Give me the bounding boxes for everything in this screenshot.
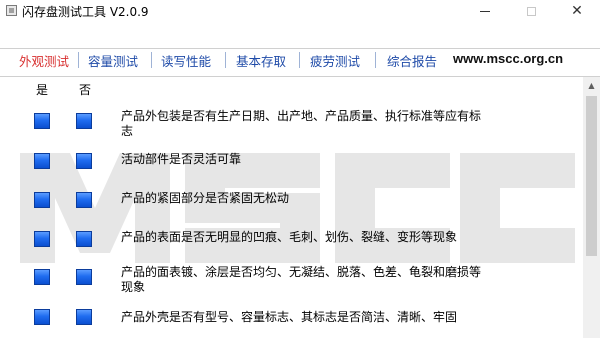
check-item-label: 产品的紧固部分是否紧固无松动: [121, 191, 290, 205]
scroll-up-arrow-icon[interactable]: ▲: [583, 77, 600, 94]
tab-separator: [375, 52, 376, 68]
tab-bar-top-divider: [0, 48, 600, 49]
yes-checkbox[interactable]: [34, 113, 50, 129]
yes-checkbox[interactable]: [34, 153, 50, 169]
title-bar: 闪存盘测试工具 V2.0.9 ✕: [0, 0, 600, 22]
window-title: 闪存盘测试工具 V2.0.9: [22, 5, 149, 19]
check-row: 产品外壳是否有型号、容量标志、其标志是否简洁、清晰、牢固: [0, 305, 600, 338]
check-item-label: 产品的表面是否无明显的凹痕、毛刺、划伤、裂缝、变形等现象: [121, 230, 458, 244]
tab-summary-report[interactable]: 综合报告: [387, 51, 437, 70]
appearance-test-panel: 是 否 产品外包装是否有生产日期、出产地、产品质量、执行标准等应有标志 活动部件…: [0, 77, 600, 338]
check-row: 产品的面表镀、涂层是否均匀、无凝结、脱落、色差、龟裂和磨损等现象: [0, 265, 600, 303]
check-item-label: 产品的面表镀、涂层是否均匀、无凝结、脱落、色差、龟裂和磨损等现象: [121, 265, 482, 294]
tab-basic-access[interactable]: 基本存取: [236, 51, 286, 70]
no-checkbox[interactable]: [76, 269, 92, 285]
tab-separator: [225, 52, 226, 68]
yes-checkbox[interactable]: [34, 269, 50, 285]
check-row: 活动部件是否灵活可靠: [0, 149, 600, 187]
maximize-icon: [526, 6, 536, 16]
column-header-no: 否: [79, 83, 92, 97]
tab-bar: 外观测试 容量测试 读写性能 基本存取 疲劳测试 综合报告 www.mscc.o…: [0, 22, 600, 77]
tab-capacity-test[interactable]: 容量测试: [88, 51, 138, 70]
no-checkbox[interactable]: [76, 113, 92, 129]
tab-separator: [151, 52, 152, 68]
tab-read-write-performance[interactable]: 读写性能: [161, 51, 211, 70]
minimize-button[interactable]: [462, 0, 508, 22]
yes-checkbox[interactable]: [34, 309, 50, 325]
brand-url: www.mscc.org.cn: [453, 51, 564, 66]
minimize-icon: [480, 10, 490, 12]
check-row: 产品的紧固部分是否紧固无松动: [0, 188, 600, 226]
app-icon: [6, 5, 17, 16]
yes-checkbox[interactable]: [34, 192, 50, 208]
scroll-thumb[interactable]: [586, 96, 597, 256]
tab-appearance-test[interactable]: 外观测试: [19, 51, 69, 70]
tab-fatigue-test[interactable]: 疲劳测试: [310, 51, 360, 70]
no-checkbox[interactable]: [76, 309, 92, 325]
tab-separator: [299, 52, 300, 68]
tab-separator: [78, 52, 79, 68]
check-item-label: 产品外壳是否有型号、容量标志、其标志是否简洁、清晰、牢固: [121, 310, 458, 324]
vertical-scrollbar[interactable]: ▲: [583, 77, 600, 338]
check-row: 产品外包装是否有生产日期、出产地、产品质量、执行标准等应有标志: [0, 109, 600, 147]
check-row: 产品的表面是否无明显的凹痕、毛刺、划伤、裂缝、变形等现象: [0, 227, 600, 265]
check-item-label: 产品外包装是否有生产日期、出产地、产品质量、执行标准等应有标志: [121, 109, 482, 138]
column-header-yes: 是: [36, 83, 49, 97]
no-checkbox[interactable]: [76, 231, 92, 247]
no-checkbox[interactable]: [76, 153, 92, 169]
yes-checkbox[interactable]: [34, 231, 50, 247]
check-item-label: 活动部件是否灵活可靠: [121, 152, 242, 166]
maximize-button[interactable]: [508, 0, 554, 22]
no-checkbox[interactable]: [76, 192, 92, 208]
close-icon: ✕: [571, 3, 583, 19]
close-button[interactable]: ✕: [554, 0, 600, 22]
